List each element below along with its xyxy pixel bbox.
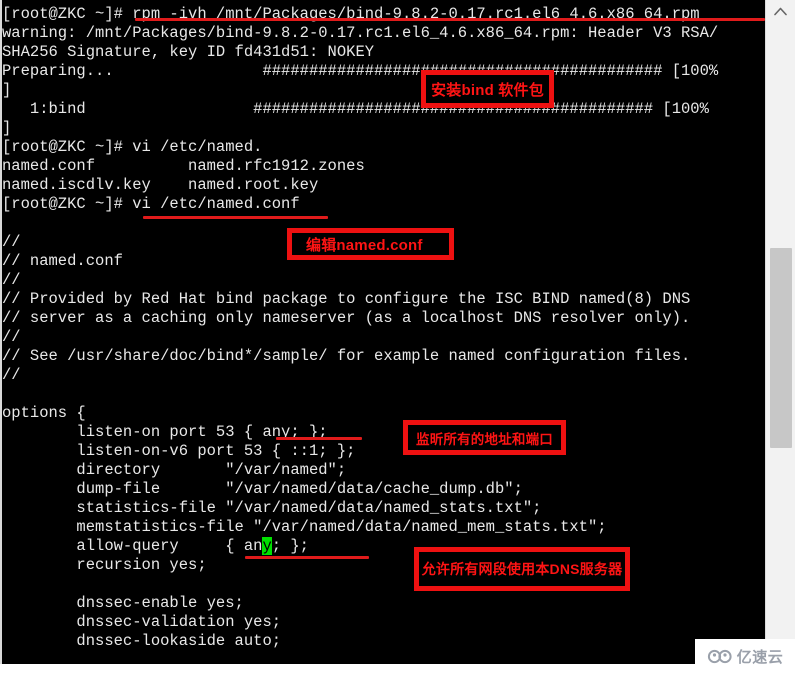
terminal-line: // server as a caching only nameserver (… [2, 309, 691, 327]
terminal-line: ] [2, 81, 12, 99]
annotation-box-listen-all-addresses-ports: 监昕所有的地址和端口 [403, 420, 566, 455]
terminal-line: // [2, 271, 21, 289]
vertical-scrollbar[interactable] [765, 0, 795, 673]
terminal-line: // [2, 366, 21, 384]
terminal-window[interactable]: [root@ZKC ~]# rpm -ivh /mnt/Packages/bin… [0, 0, 766, 664]
annotation-label: 编辑named.conf [306, 236, 423, 254]
watermark-text: 亿速云 [736, 648, 784, 666]
annotation-underline-allow-query [245, 556, 369, 559]
terminal-line: listen-on-v6 port 53 { ::1; }; [2, 442, 356, 460]
terminal-line: 1:bind #################################… [2, 100, 709, 118]
annotation-box-allow-all-segments-dns: 允许所有网段使用本DNS服务器 [414, 547, 630, 591]
terminal-line-with-cursor: allow-query { any; }; [2, 537, 309, 556]
terminal-line: // [2, 233, 21, 251]
terminal-line: dnssec-enable yes; [2, 594, 244, 612]
text-cursor: y [262, 537, 272, 555]
annotation-box-edit-named-conf: 编辑named.conf [287, 228, 454, 260]
scrollbar-thumb[interactable] [770, 248, 792, 448]
terminal-line: statistics-file "/var/named/data/named_s… [2, 499, 542, 517]
annotation-label: 监昕所有的地址和端口 [416, 431, 553, 447]
terminal-line: ] [2, 119, 12, 137]
terminal-line: // Provided by Red Hat bind package to c… [2, 290, 691, 308]
scroll-up-button[interactable] [766, 0, 795, 22]
terminal-line: // named.conf [2, 252, 123, 270]
line-text-after-cursor: ; }; [271, 537, 309, 555]
terminal-line: // See /usr/share/doc/bind*/sample/ for … [2, 347, 691, 365]
terminal-line: SHA256 Signature, key ID fd431d51: NOKEY [2, 43, 375, 61]
annotation-underline-listen-on-any [276, 437, 362, 440]
annotation-label: 允许所有网段使用本DNS服务器 [421, 561, 623, 577]
terminal-line: options { [2, 404, 86, 422]
annotation-underline-rpm-command [135, 18, 765, 21]
window-bottom-strip [0, 664, 766, 673]
annotation-box-install-bind: 安装bind 软件包 [421, 70, 554, 108]
terminal-line: warning: /mnt/Packages/bind-9.8.2-0.17.r… [2, 24, 719, 42]
terminal-line: named.conf named.rfc1912.zones [2, 157, 365, 175]
terminal-line: Preparing... ###########################… [2, 62, 719, 80]
terminal-line: dnssec-lookaside auto; [2, 632, 282, 650]
terminal-line: dump-file "/var/named/data/cache_dump.db… [2, 480, 523, 498]
annotation-label: 安装bind 软件包 [431, 81, 544, 99]
cloud-infinity-logo-icon [707, 649, 732, 663]
terminal-line: [root@ZKC ~]# vi /etc/named.conf [2, 195, 300, 213]
watermark: 亿速云 [695, 639, 795, 673]
terminal-line: directory "/var/named"; [2, 461, 347, 479]
terminal-line: [root@ZKC ~]# vi /etc/named. [2, 138, 263, 156]
annotation-underline-vi-command [143, 216, 328, 219]
chevron-up-icon [774, 7, 787, 15]
terminal-line: // [2, 328, 21, 346]
terminal-line: memstatistics-file "/var/named/data/name… [2, 518, 607, 536]
terminal-line: [root@ZKC ~]# rpm -ivh /mnt/Packages/bin… [2, 5, 700, 23]
terminal-line: dnssec-validation yes; [2, 613, 282, 631]
terminal-line: named.iscdlv.key named.root.key [2, 176, 319, 194]
line-text-before-cursor: allow-query { an [2, 537, 263, 555]
terminal-line: recursion yes; [2, 556, 207, 574]
screenshot-root: [root@ZKC ~]# rpm -ivh /mnt/Packages/bin… [0, 0, 795, 673]
